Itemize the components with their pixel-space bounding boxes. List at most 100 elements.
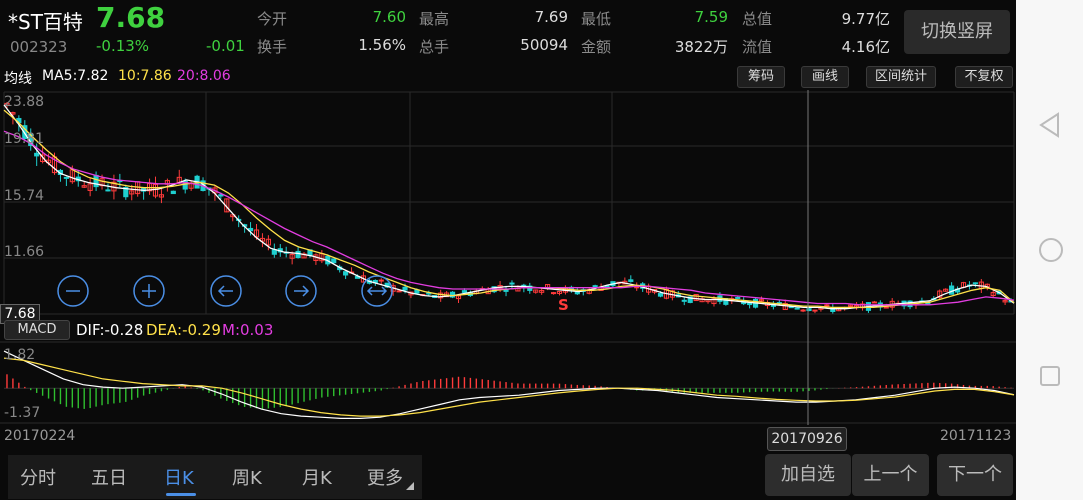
date-cursor: 20170926: [767, 427, 847, 451]
chart-grid: [0, 91, 1016, 424]
quote-header: *ST百特 7.68 002323 -0.13% -0.01 今开 7.60 最…: [0, 0, 1016, 62]
quote-value-turnover: 1.56%: [358, 36, 406, 54]
switch-portrait-button[interactable]: 切换竖屏: [904, 10, 1010, 54]
stock-code: 002323: [10, 38, 68, 56]
candle-body: [628, 279, 634, 282]
candlesticks: [4, 102, 1014, 314]
no-adjust-button[interactable]: 不复权: [955, 66, 1013, 88]
quote-label-float-cap: 流值: [742, 38, 773, 56]
kline-app: *ST百特 7.68 002323 -0.13% -0.01 今开 7.60 最…: [0, 0, 1016, 500]
candle-body: [295, 250, 301, 259]
candle-body: [170, 190, 176, 195]
macd-lines: [3, 350, 1015, 419]
chips-button[interactable]: 筹码: [737, 66, 785, 88]
candle-body: [681, 299, 687, 302]
tab-daily-k[interactable]: 日K: [164, 464, 194, 490]
tab-monthly-k[interactable]: 月K: [302, 464, 332, 490]
candle-body: [63, 176, 69, 179]
price-axis-label-2: 19.81: [4, 131, 45, 147]
quote-label-open: 今开: [257, 10, 288, 28]
candle-body: [93, 174, 99, 188]
quote-value-low: 7.59: [694, 8, 728, 26]
candle-body: [378, 279, 384, 282]
zoom-controls: [57, 275, 393, 307]
add-watchlist-button[interactable]: 加自选: [765, 454, 851, 496]
macd-axis-top: 1.82: [4, 347, 36, 363]
tab-more[interactable]: 更多: [367, 464, 403, 490]
ma-line-ma20: [3, 130, 1015, 306]
candle-body: [34, 152, 40, 157]
candle-body: [800, 309, 806, 312]
active-tab-indicator: [166, 493, 196, 496]
price-axis-label-4: 11.66: [4, 244, 45, 260]
candle-body: [218, 194, 224, 197]
candle-body: [883, 306, 889, 309]
quote-label-total-cap: 总值: [742, 10, 773, 28]
quote-label-turnover: 换手: [257, 38, 288, 56]
candle-body: [871, 301, 877, 304]
ma10-label: 10:7.86: [118, 68, 172, 84]
candle-body: [503, 289, 509, 292]
candle-body: [747, 302, 753, 306]
stock-name: *ST百特: [8, 10, 83, 34]
tab-weekly-k[interactable]: 周K: [232, 464, 262, 490]
more-caret-icon: [406, 482, 414, 490]
quote-label-amount: 金额: [581, 38, 612, 56]
tab-five-day[interactable]: 五日: [91, 464, 127, 490]
candle-body: [402, 286, 408, 291]
quote-label-high: 最高: [419, 10, 450, 28]
candle-body: [343, 271, 349, 276]
next-stock-button[interactable]: 下一个: [937, 454, 1013, 496]
zoom-in-button[interactable]: [133, 275, 165, 307]
home-icon[interactable]: [1038, 237, 1064, 263]
candle-body: [657, 293, 664, 297]
macd-m-label: M:0.03: [222, 321, 274, 339]
period-tabs: 分时 五日 日K 周K 月K 更多: [8, 455, 422, 499]
candle-body: [105, 189, 111, 192]
macd-dif-label: DIF:-0.28: [76, 321, 144, 339]
macd-tab[interactable]: MACD: [4, 320, 70, 340]
quote-label-low: 最低: [581, 10, 612, 28]
draw-line-button[interactable]: 画线: [801, 66, 849, 88]
previous-stock-button[interactable]: 上一个: [852, 454, 929, 496]
candle-body: [735, 296, 741, 299]
ma20-label: 20:8.06: [177, 68, 231, 84]
quote-value-volume: 50094: [520, 36, 568, 54]
quote-label-volume: 总手: [419, 38, 450, 56]
date-end: 20171123: [940, 428, 1012, 444]
stock-price: 7.68: [96, 1, 166, 34]
candle-body: [331, 258, 337, 264]
candle-body: [461, 290, 468, 293]
price-axis-label-1: 23.88: [4, 94, 45, 110]
kline-chart[interactable]: S: [0, 90, 1016, 425]
range-stats-button[interactable]: 区间统计: [866, 66, 936, 88]
scroll-left-button[interactable]: [210, 275, 242, 307]
macd-dea-label: DEA:-0.29: [146, 321, 221, 339]
zoom-out-button[interactable]: [57, 275, 89, 307]
ma5-label: MA5:7.82: [42, 68, 109, 84]
macd-axis-bottom: -1.37: [4, 405, 41, 421]
price-axis-label-3: 15.74: [4, 188, 45, 204]
candle-body: [972, 282, 978, 285]
recents-icon[interactable]: [1038, 364, 1062, 388]
sell-signal-label: S: [558, 296, 569, 314]
quote-value-total-cap: 9.77亿: [841, 10, 890, 28]
ma-title: 均线: [4, 71, 32, 87]
quote-value-float-cap: 4.16亿: [841, 38, 890, 56]
quote-value-open: 7.60: [372, 8, 406, 26]
candle-body: [550, 292, 557, 295]
tab-intraday[interactable]: 分时: [20, 464, 56, 490]
date-start: 20170224: [4, 428, 76, 444]
quote-value-amount: 3822万: [674, 38, 728, 56]
back-icon[interactable]: [1038, 112, 1062, 138]
stock-change: -0.01: [206, 37, 245, 55]
quote-value-high: 7.69: [534, 8, 568, 26]
candle-body: [812, 309, 818, 312]
candle-body: [509, 282, 515, 285]
stock-change-pct: -0.13%: [96, 37, 150, 55]
candle-body: [592, 285, 598, 288]
scroll-right-button[interactable]: [285, 275, 317, 307]
candle-body: [396, 290, 402, 293]
ma-legend-row: 均线 MA5:7.82 10:7.86 20:8.06 筹码 画线 区间统计 不…: [0, 64, 1016, 90]
candle-body: [949, 285, 955, 295]
